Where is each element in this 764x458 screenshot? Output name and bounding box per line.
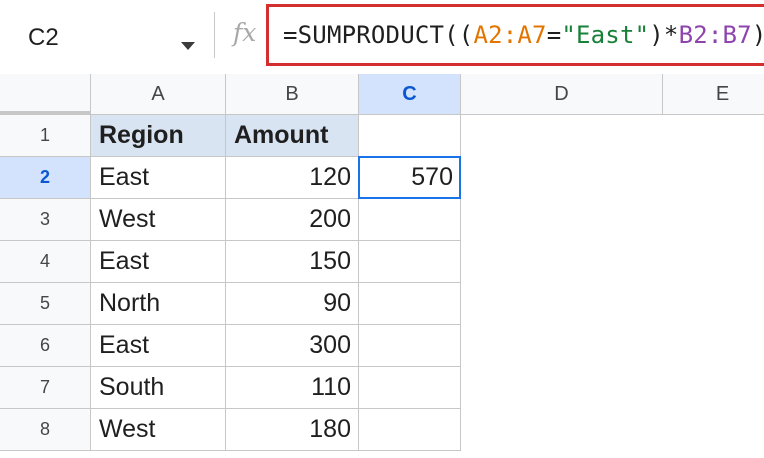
cell-a2[interactable]: East <box>91 157 226 199</box>
formula-bar-area: C2 fx =SUMPRODUCT((A2:A7="East")*B2:B7) <box>0 0 764 74</box>
row-header-1[interactable]: 1 <box>0 115 91 157</box>
column-header-b[interactable]: B <box>226 74 359 115</box>
row-header-3[interactable]: 3 <box>0 199 91 241</box>
column-header-c[interactable]: C <box>359 74 461 115</box>
cell-b2[interactable]: 120 <box>226 157 359 199</box>
cell-a7[interactable]: South <box>91 367 226 409</box>
spreadsheet-grid: A B C D E 1 Region Amount 2 East 120 570 3 West 200 4 Ea… <box>0 74 764 458</box>
cell-b8[interactable]: 180 <box>226 409 359 451</box>
name-box-value[interactable]: C2 <box>28 24 59 52</box>
column-header-a[interactable]: A <box>91 74 226 115</box>
cell-b1[interactable]: Amount <box>226 115 359 157</box>
select-all-corner[interactable] <box>0 74 91 115</box>
cell-b4[interactable]: 150 <box>226 241 359 283</box>
row-header-5[interactable]: 5 <box>0 283 91 325</box>
name-box[interactable]: C2 <box>10 10 213 66</box>
formula-text[interactable]: =SUMPRODUCT((A2:A7="East")*B2:B7) <box>283 21 764 49</box>
row-header-7[interactable]: 7 <box>0 367 91 409</box>
formula-part-plain: =SUMPRODUCT(( <box>283 21 474 49</box>
cell-a8[interactable]: West <box>91 409 226 451</box>
cell-a4[interactable]: East <box>91 241 226 283</box>
formula-bar-divider <box>214 12 215 58</box>
cell-c5[interactable] <box>359 283 461 325</box>
formula-input[interactable]: =SUMPRODUCT((A2:A7="East")*B2:B7) <box>266 4 764 66</box>
fx-icon: fx <box>233 18 257 47</box>
cell-a5[interactable]: North <box>91 283 226 325</box>
cell-c7[interactable] <box>359 367 461 409</box>
cell-c8[interactable] <box>359 409 461 451</box>
cell-c3[interactable] <box>359 199 461 241</box>
row-header-6[interactable]: 6 <box>0 325 91 367</box>
formula-part-plain: )* <box>649 21 679 49</box>
formula-part-plain: = <box>546 21 562 49</box>
formula-part-range1: A2:A7 <box>473 21 547 49</box>
cell-b6[interactable]: 300 <box>226 325 359 367</box>
column-header-e[interactable]: E <box>663 74 764 115</box>
row-header-4[interactable]: 4 <box>0 241 91 283</box>
cell-c6[interactable] <box>359 325 461 367</box>
cell-a1[interactable]: Region <box>91 115 226 157</box>
row-header-8[interactable]: 8 <box>0 409 91 451</box>
chevron-down-icon[interactable] <box>181 42 195 50</box>
cell-c4[interactable] <box>359 241 461 283</box>
cell-b5[interactable]: 90 <box>226 283 359 325</box>
formula-part-plain: ) <box>752 21 764 49</box>
cell-c1[interactable] <box>359 115 461 157</box>
row-header-2[interactable]: 2 <box>0 157 91 199</box>
cell-b7[interactable]: 110 <box>226 367 359 409</box>
cell-b3[interactable]: 200 <box>226 199 359 241</box>
cell-a3[interactable]: West <box>91 199 226 241</box>
formula-part-string: "East" <box>561 21 650 49</box>
formula-part-range2: B2:B7 <box>678 21 752 49</box>
column-header-d[interactable]: D <box>461 74 663 115</box>
cell-c2[interactable]: 570 <box>359 157 461 199</box>
cell-a6[interactable]: East <box>91 325 226 367</box>
